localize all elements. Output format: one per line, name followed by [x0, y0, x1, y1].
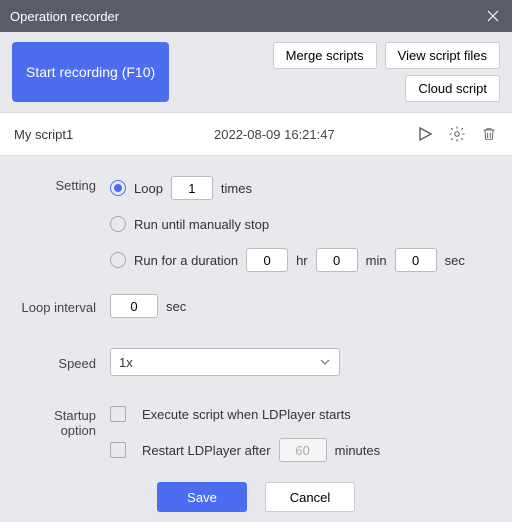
- duration-min-input[interactable]: [316, 248, 358, 272]
- run-until-label: Run until manually stop: [134, 217, 269, 232]
- footer: Save Cancel: [20, 482, 492, 512]
- speed-select[interactable]: 1x: [110, 348, 340, 376]
- toolbar: Start recording (F10) Merge scripts View…: [0, 32, 512, 106]
- gear-icon[interactable]: [448, 125, 466, 143]
- exec-on-start-label: Execute script when LDPlayer starts: [142, 407, 351, 422]
- restart-after-label: Restart LDPlayer after: [142, 443, 271, 458]
- script-row: My script1 2022-08-09 16:21:47: [0, 112, 512, 156]
- min-label: min: [366, 253, 387, 268]
- cancel-button[interactable]: Cancel: [265, 482, 355, 512]
- loop-radio[interactable]: [110, 180, 126, 196]
- exec-on-start-checkbox[interactable]: [110, 406, 126, 422]
- loop-label: Loop: [134, 181, 163, 196]
- chevron-down-icon: [319, 356, 331, 368]
- setting-label: Setting: [20, 176, 110, 193]
- hr-label: hr: [296, 253, 308, 268]
- loop-interval-label: Loop interval: [20, 298, 110, 315]
- speed-value: 1x: [119, 355, 133, 370]
- merge-scripts-button[interactable]: Merge scripts: [273, 42, 377, 69]
- times-label: times: [221, 181, 252, 196]
- restart-checkbox[interactable]: [110, 442, 126, 458]
- speed-label: Speed: [20, 354, 110, 371]
- window-title: Operation recorder: [10, 9, 119, 24]
- loop-times-input[interactable]: [171, 176, 213, 200]
- close-icon[interactable]: [484, 7, 502, 25]
- sec-label-2: sec: [166, 299, 186, 314]
- script-name: My script1: [14, 127, 214, 142]
- play-icon[interactable]: [416, 125, 434, 143]
- cloud-script-button[interactable]: Cloud script: [405, 75, 500, 102]
- startup-option-label: Startup option: [20, 406, 110, 438]
- start-recording-button[interactable]: Start recording (F10): [12, 42, 169, 102]
- script-time: 2022-08-09 16:21:47: [214, 127, 416, 142]
- run-for-radio[interactable]: [110, 252, 126, 268]
- loop-interval-input[interactable]: [110, 294, 158, 318]
- save-button[interactable]: Save: [157, 482, 247, 512]
- minutes-label: minutes: [335, 443, 381, 458]
- sec-label: sec: [445, 253, 465, 268]
- duration-sec-input[interactable]: [395, 248, 437, 272]
- view-script-files-button[interactable]: View script files: [385, 42, 500, 69]
- settings-panel: Setting Loop times Run until manually st…: [0, 156, 512, 522]
- titlebar: Operation recorder: [0, 0, 512, 32]
- duration-hr-input[interactable]: [246, 248, 288, 272]
- run-until-radio[interactable]: [110, 216, 126, 232]
- run-for-label: Run for a duration: [134, 253, 238, 268]
- restart-minutes-input[interactable]: [279, 438, 327, 462]
- trash-icon[interactable]: [480, 125, 498, 143]
